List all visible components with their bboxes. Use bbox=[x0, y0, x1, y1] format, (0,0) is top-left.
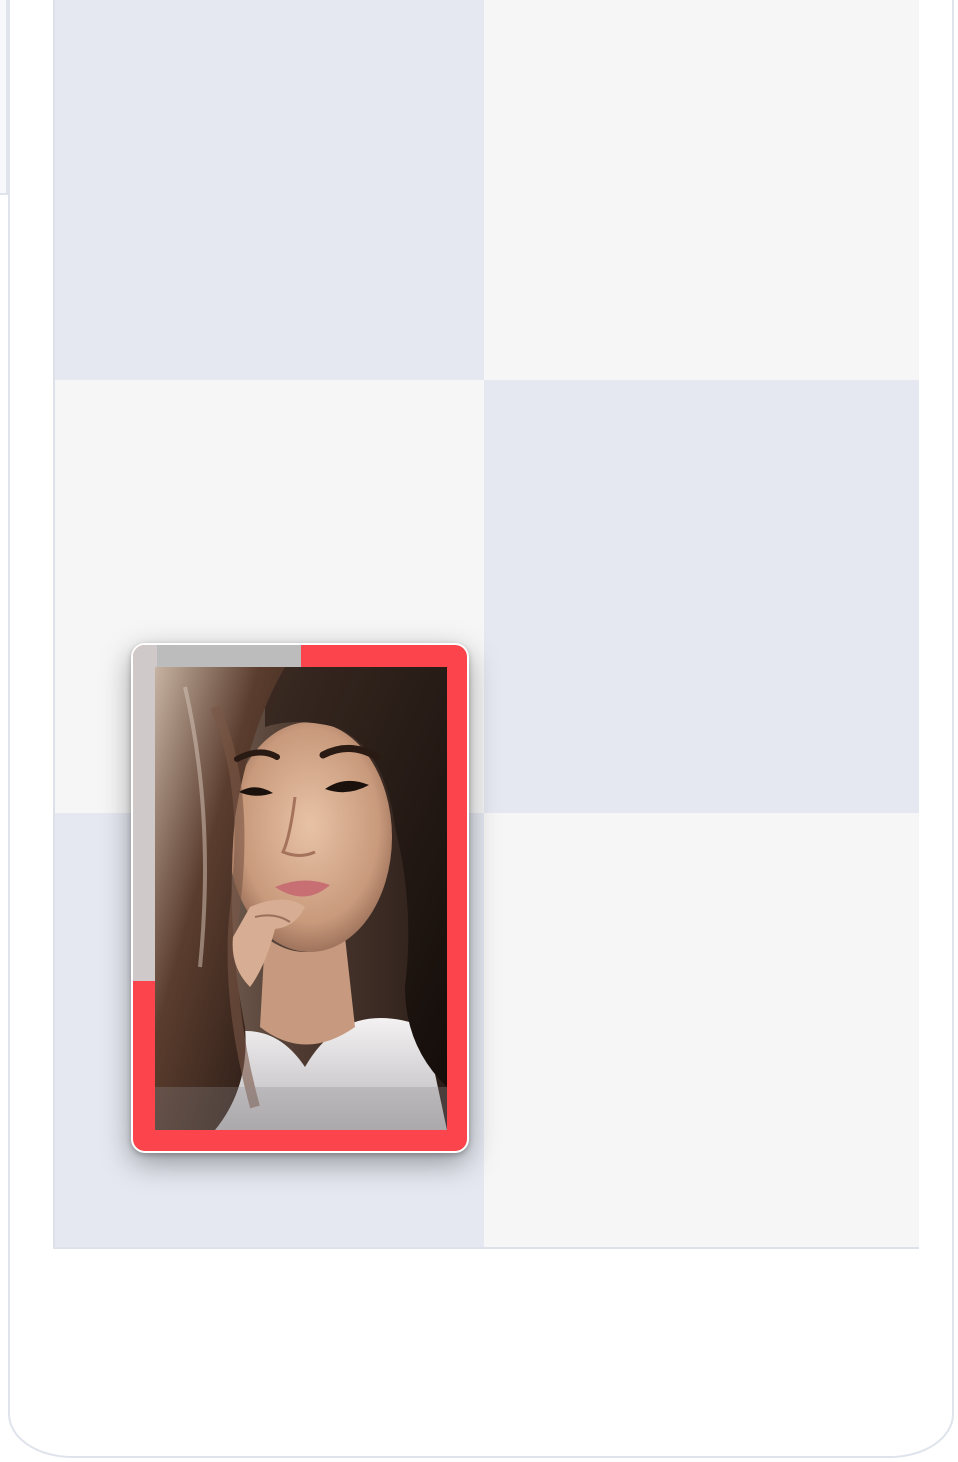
grid-tile[interactable] bbox=[484, 380, 919, 813]
device-side-edge bbox=[0, 0, 8, 195]
card-side-accent bbox=[133, 645, 157, 981]
grid-tile[interactable] bbox=[484, 0, 919, 380]
grid-tile[interactable] bbox=[484, 813, 919, 1247]
grid-tile[interactable] bbox=[55, 0, 484, 380]
portrait-image bbox=[155, 667, 447, 1130]
portrait-photo bbox=[155, 667, 447, 1130]
dragged-photo-card[interactable] bbox=[131, 643, 469, 1153]
app-screen bbox=[0, 0, 958, 1462]
card-corner-accent bbox=[133, 645, 301, 669]
